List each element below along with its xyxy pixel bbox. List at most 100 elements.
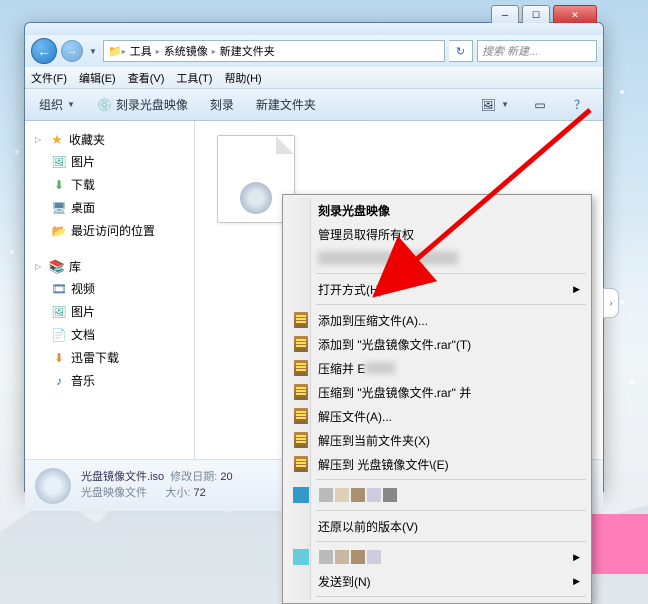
context-menu: 刻录光盘映像 管理员取得所有权 打开方式(H)▶ 添加到压缩文件(A)... 添… [282, 194, 592, 604]
path-seg[interactable]: 工具 [126, 43, 156, 59]
expand-panel-button[interactable]: › [603, 288, 619, 318]
menu-help[interactable]: 帮助(H) [224, 70, 261, 86]
ctx-burn-disc-image[interactable]: 刻录光盘映像 [286, 198, 588, 222]
menu-tools[interactable]: 工具(T) [176, 70, 212, 86]
title-bar[interactable] [25, 23, 603, 35]
ctx-extract-to-folder[interactable]: 解压到 光盘镜像文件\(E) [286, 452, 588, 476]
organize-button[interactable]: 组织▼ [33, 94, 81, 115]
path-seg[interactable]: 新建文件夹 [216, 43, 279, 59]
folder-icon: 📁 [108, 45, 122, 58]
sidebar-item-downloads[interactable]: ⬇下载 [29, 173, 190, 196]
picture-icon: 🖼 [51, 304, 67, 320]
disc-icon: 💿 [97, 98, 112, 112]
sidebar-item-recent[interactable]: 📂最近访问的位置 [29, 219, 190, 242]
burn-button[interactable]: 刻录 [204, 94, 240, 115]
details-mod-value: 20 [220, 471, 232, 483]
chevron-right-icon: ▷ [35, 262, 45, 271]
nav-row: ← → ▼ 📁 ▸ 工具 ▸ 系统镜像 ▸ 新建文件夹 ↻ 搜索 新建... [25, 35, 603, 67]
desktop-icon: 🖥 [51, 200, 67, 216]
sidebar-item-documents[interactable]: 📄文档 [29, 323, 190, 346]
maximize-button[interactable]: ☐ [522, 5, 550, 25]
separator [316, 273, 586, 274]
separator [316, 596, 586, 597]
disc-icon [35, 468, 71, 504]
chevron-down-icon: ▼ [501, 100, 509, 109]
details-filename: 光盘镜像文件.iso [81, 471, 164, 483]
preview-pane-button[interactable]: ▭ [525, 94, 555, 116]
chevron-right-icon: ▶ [573, 552, 580, 563]
sidebar-libraries[interactable]: ▷📚库 [29, 256, 190, 277]
chevron-down-icon: ▼ [67, 100, 75, 109]
details-type: 光盘映像文件 [81, 487, 147, 499]
ctx-compress-email[interactable]: 压缩并 E [286, 356, 588, 380]
search-placeholder: 搜索 新建... [482, 43, 538, 59]
minimize-button[interactable]: ─ [491, 5, 519, 25]
sidebar-item-music[interactable]: ♪音乐 [29, 369, 190, 392]
help-button[interactable]: ？ [565, 94, 595, 116]
ctx-compress-to-and[interactable]: 压缩到 "光盘镜像文件.rar" 并 [286, 380, 588, 404]
separator [316, 510, 586, 511]
music-icon: ♪ [51, 373, 67, 389]
nav-history-dropdown[interactable]: ▼ [87, 41, 99, 61]
close-button[interactable]: ✕ [553, 5, 597, 25]
separator [316, 479, 586, 480]
xunlei-icon: ⬇ [51, 350, 67, 366]
chevron-right-icon: ▷ [35, 135, 45, 144]
search-input[interactable]: 搜索 新建... [477, 40, 597, 62]
menu-bar: 文件(F) 编辑(E) 查看(V) 工具(T) 帮助(H) [25, 67, 603, 89]
sidebar-item-pictures-lib[interactable]: 🖼图片 [29, 300, 190, 323]
address-bar[interactable]: 📁 ▸ 工具 ▸ 系统镜像 ▸ 新建文件夹 [103, 40, 445, 62]
video-icon: 🎞 [51, 281, 67, 297]
menu-edit[interactable]: 编辑(E) [79, 70, 116, 86]
rar-icon [292, 455, 310, 473]
ctx-send-to[interactable]: 发送到(N)▶ [286, 569, 588, 593]
ctx-blurred-app-item-2[interactable]: ▶ [286, 545, 588, 569]
thumbnails-icon: 🖼 [479, 96, 497, 114]
sidebar-item-xunlei[interactable]: ⬇迅雷下载 [29, 346, 190, 369]
ctx-blurred-item[interactable] [286, 246, 588, 270]
ctx-add-to-archive[interactable]: 添加到压缩文件(A)... [286, 308, 588, 332]
app-icon [293, 549, 309, 565]
burn-image-button[interactable]: 💿刻录光盘映像 [91, 94, 194, 115]
document-icon: 📄 [51, 327, 67, 343]
rar-icon [292, 359, 310, 377]
ctx-blurred-app-item[interactable] [286, 483, 588, 507]
sidebar-favorites[interactable]: ▷★收藏夹 [29, 129, 190, 150]
ctx-add-to-named-rar[interactable]: 添加到 "光盘镜像文件.rar"(T) [286, 332, 588, 356]
menu-file[interactable]: 文件(F) [31, 70, 67, 86]
back-button[interactable]: ← [31, 38, 57, 64]
separator [316, 541, 586, 542]
chevron-right-icon: ▶ [573, 284, 580, 295]
forward-button[interactable]: → [61, 40, 83, 62]
new-folder-button[interactable]: 新建文件夹 [250, 94, 322, 115]
ctx-extract-files[interactable]: 解压文件(A)... [286, 404, 588, 428]
rar-icon [292, 311, 310, 329]
ctx-open-with[interactable]: 打开方式(H)▶ [286, 277, 588, 301]
sidebar: ▷★收藏夹 🖼图片 ⬇下载 🖥桌面 📂最近访问的位置 ▷📚库 🎞视频 🖼图片 📄… [25, 121, 195, 459]
recent-icon: 📂 [51, 223, 67, 239]
details-mod-label: 修改日期: [170, 471, 217, 483]
menu-view[interactable]: 查看(V) [128, 70, 165, 86]
disc-icon [240, 182, 272, 214]
library-icon: 📚 [49, 259, 65, 275]
rar-icon [292, 335, 310, 353]
star-icon: ★ [49, 132, 65, 148]
path-seg[interactable]: 系统镜像 [160, 43, 212, 59]
sidebar-item-desktop[interactable]: 🖥桌面 [29, 196, 190, 219]
rar-icon [292, 407, 310, 425]
view-mode-button[interactable]: 🖼▼ [473, 94, 515, 116]
rar-icon [292, 431, 310, 449]
separator [316, 304, 586, 305]
pane-icon: ▭ [531, 96, 549, 114]
rar-icon [292, 383, 310, 401]
ctx-extract-here[interactable]: 解压到当前文件夹(X) [286, 428, 588, 452]
details-size-value: 72 [193, 487, 205, 499]
sidebar-item-pictures[interactable]: 🖼图片 [29, 150, 190, 173]
refresh-button[interactable]: ↻ [449, 40, 473, 62]
ctx-admin-ownership[interactable]: 管理员取得所有权 [286, 222, 588, 246]
details-size-label: 大小: [165, 487, 190, 499]
chevron-right-icon: ▶ [573, 576, 580, 587]
toolbar: 组织▼ 💿刻录光盘映像 刻录 新建文件夹 🖼▼ ▭ ？ [25, 89, 603, 121]
ctx-restore-previous[interactable]: 还原以前的版本(V) [286, 514, 588, 538]
sidebar-item-videos[interactable]: 🎞视频 [29, 277, 190, 300]
